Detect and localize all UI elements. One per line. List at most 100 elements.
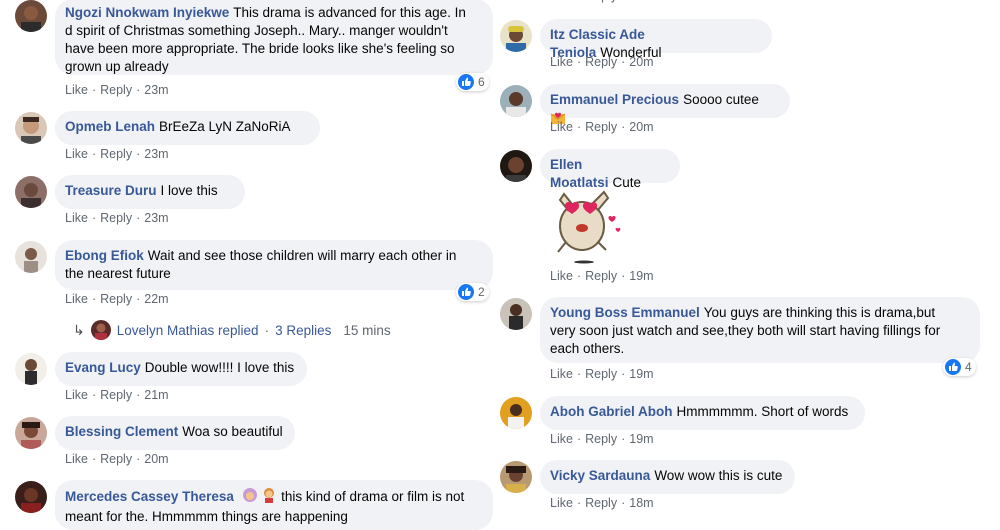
timestamp[interactable]: 18m — [629, 496, 653, 510]
separator: · — [136, 452, 141, 466]
separator: · — [136, 292, 141, 306]
timestamp[interactable]: 20m — [144, 452, 168, 466]
like-link[interactable]: Like — [550, 496, 573, 510]
replies-time: 15 mins — [343, 322, 391, 338]
separator: · — [577, 0, 581, 3]
avatar[interactable] — [15, 176, 47, 208]
comment-text: Soooo cutee — [683, 92, 759, 107]
reply-arrow-icon: ↳ — [73, 321, 85, 338]
timestamp[interactable]: 23m — [144, 83, 168, 97]
timestamp[interactable]: 21m — [144, 388, 168, 402]
comment-author[interactable]: Evang Lucy — [65, 360, 141, 375]
reply-link[interactable]: Reply — [585, 120, 617, 134]
avatar[interactable] — [15, 417, 47, 449]
avatar[interactable] — [500, 20, 532, 52]
comment-text: Double wow!!!! I love this — [144, 360, 295, 375]
emoji-icon — [242, 487, 258, 508]
view-replies-row[interactable]: ↳ Lovelyn Mathias replied · 3 Replies 15… — [73, 320, 391, 340]
separator: · — [91, 211, 97, 225]
comment-author[interactable]: Young Boss Emmanuel — [550, 305, 700, 320]
reply-link[interactable]: Reply — [585, 0, 617, 3]
separator: · — [576, 367, 582, 381]
avatar[interactable] — [500, 461, 532, 493]
like-link[interactable]: Like — [550, 120, 573, 134]
comment-author[interactable]: Ngozi Nnokwam Inyiekwe — [65, 5, 229, 20]
separator: · — [621, 269, 626, 283]
separator: · — [576, 496, 582, 510]
comment-text: this kind of drama or film is not — [281, 489, 465, 504]
avatar[interactable] — [500, 298, 532, 330]
like-link[interactable]: Like — [65, 388, 88, 402]
comment-author[interactable]: Ellen Moatlatsi — [550, 157, 609, 190]
reply-link[interactable]: Reply — [100, 211, 132, 225]
avatar[interactable] — [15, 353, 47, 385]
comment-text: BrEeZa LyN ZaNoRiA — [159, 119, 291, 134]
reply-link[interactable]: Reply — [585, 496, 617, 510]
separator: · — [576, 55, 582, 69]
like-link[interactable]: Like — [550, 367, 573, 381]
comment-author[interactable]: Emmanuel Precious — [550, 92, 679, 107]
like-link[interactable]: Like — [550, 0, 573, 3]
reaction-count[interactable]: 4 — [943, 358, 976, 376]
avatar[interactable] — [15, 0, 47, 32]
comment-text: Woa so beautiful — [182, 424, 283, 439]
like-link[interactable]: Like — [65, 83, 88, 97]
comment-author[interactable]: Treasure Duru — [65, 183, 157, 198]
avatar[interactable] — [15, 112, 47, 144]
like-link[interactable]: Like — [550, 55, 573, 69]
separator: · — [576, 269, 582, 283]
timestamp[interactable]: 23m — [144, 211, 168, 225]
reply-link[interactable]: Reply — [100, 388, 132, 402]
timestamp[interactable]: 20m — [629, 55, 653, 69]
reply-link[interactable]: Reply — [585, 269, 617, 283]
comment-author[interactable]: Vicky Sardauna — [550, 468, 650, 483]
emoji-icon — [261, 487, 277, 508]
thumbs-up-icon — [945, 359, 961, 375]
comment-author[interactable]: Blessing Clement — [65, 424, 178, 439]
timestamp[interactable]: 19m — [629, 432, 653, 446]
replied-by-text[interactable]: Lovelyn Mathias replied — [117, 323, 259, 338]
like-link[interactable]: Like — [65, 292, 88, 306]
timestamp[interactable]: 19m — [629, 367, 653, 381]
replies-count-link[interactable]: 3 Replies — [275, 323, 331, 338]
reply-link[interactable]: Reply — [100, 83, 132, 97]
comment-author[interactable]: Opmeb Lenah — [65, 119, 155, 134]
timestamp[interactable]: 19m — [629, 269, 653, 283]
reaction-count[interactable]: 2 — [456, 283, 489, 301]
thumbs-up-icon — [458, 74, 474, 90]
reply-link[interactable]: Reply — [100, 292, 132, 306]
avatar[interactable] — [15, 481, 47, 513]
like-link[interactable]: Like — [550, 432, 573, 446]
reply-link[interactable]: Reply — [585, 432, 617, 446]
avatar[interactable] — [500, 85, 532, 117]
avatar — [90, 320, 111, 340]
comment-author[interactable]: Mercedes Cassey Theresa — [65, 489, 234, 504]
timestamp[interactable]: 23m — [144, 147, 168, 161]
like-link[interactable]: Like — [65, 147, 88, 161]
reply-link[interactable]: Reply — [585, 367, 617, 381]
reply-link[interactable]: Reply — [100, 147, 132, 161]
comment-text: meant for the. Hmmmmm things are happeni… — [65, 509, 348, 524]
reply-link[interactable]: Reply — [100, 452, 132, 466]
avatar[interactable] — [15, 241, 47, 273]
comment-text: This drama is advanced for this age. In — [233, 5, 466, 20]
separator: · — [621, 496, 626, 510]
reaction-number: 4 — [965, 360, 972, 374]
timestamp[interactable]: 22m — [144, 292, 168, 306]
separator: · — [576, 120, 582, 134]
comment-text: You guys are thinking this is drama,but — [703, 305, 936, 320]
comment-author[interactable]: Ebong Efiok — [65, 248, 144, 263]
avatar[interactable] — [500, 150, 532, 182]
timestamp[interactable]: 20m — [629, 120, 653, 134]
like-link[interactable]: Like — [65, 211, 88, 225]
comment-text: Wait and see those children will marry e… — [147, 248, 457, 263]
reaction-count[interactable]: 6 — [456, 73, 489, 91]
reply-link[interactable]: Reply — [585, 55, 617, 69]
separator: · — [576, 432, 582, 446]
avatar[interactable] — [500, 397, 532, 429]
comment-text: Cute — [612, 175, 642, 190]
like-link[interactable]: Like — [65, 452, 88, 466]
comment-author[interactable]: Aboh Gabriel Aboh — [550, 404, 673, 419]
comment-actions-cut-off: Like · Reply — [550, 0, 617, 3]
like-link[interactable]: Like — [550, 269, 573, 283]
